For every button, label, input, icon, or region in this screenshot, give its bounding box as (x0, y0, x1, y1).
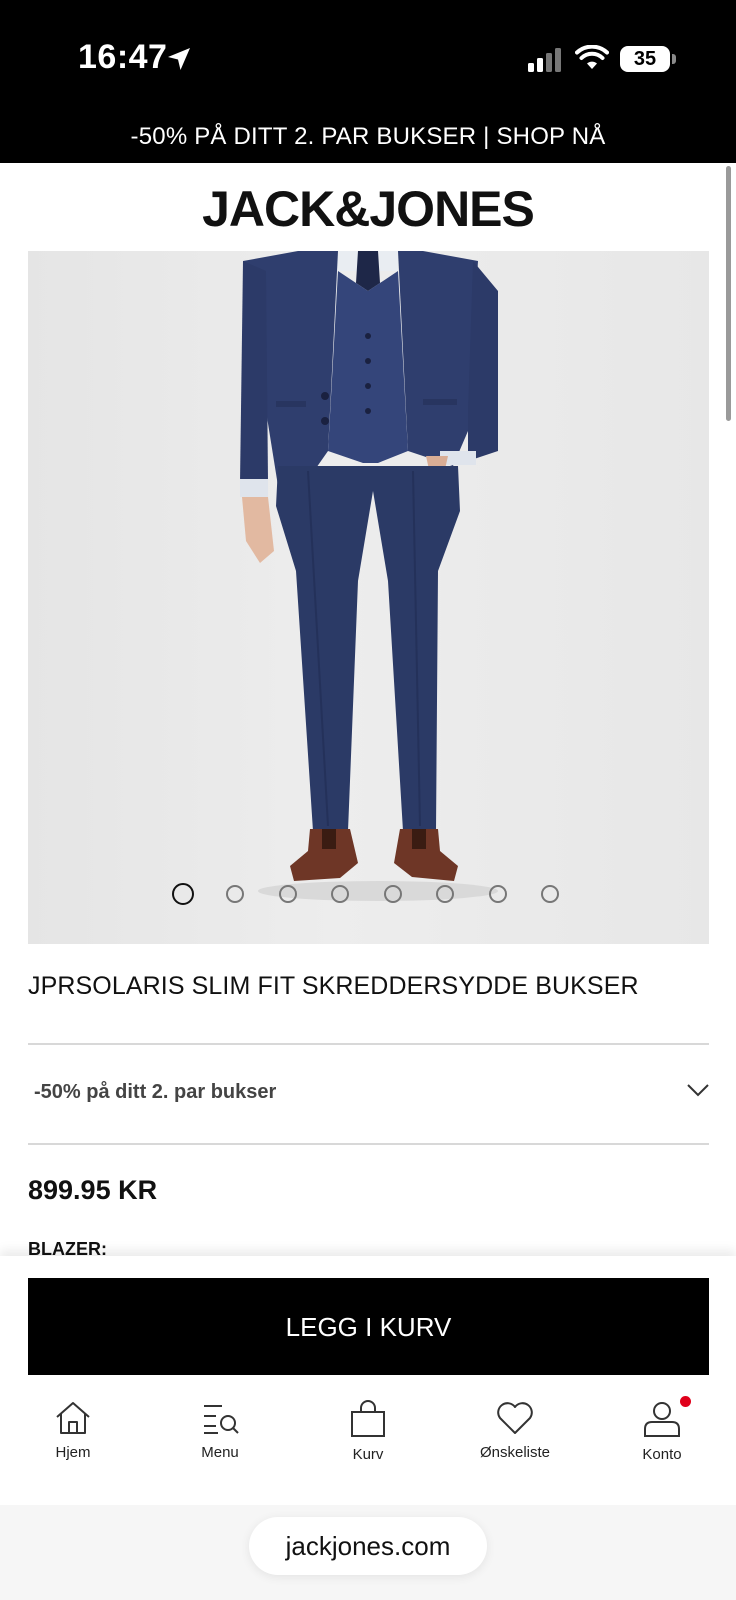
location-arrow-icon (168, 48, 190, 70)
carousel-dot-4[interactable] (331, 885, 349, 903)
offer-label: -50% på ditt 2. par bukser (34, 1081, 277, 1103)
cellular-signal-icon (528, 48, 561, 72)
menu-search-icon (204, 1405, 239, 1434)
carousel-dot-8[interactable] (541, 885, 559, 903)
bottom-tab-bar: Hjem Menu Kurv Ønskeliste Konto (0, 1375, 736, 1505)
product-photo (240, 251, 498, 901)
divider (28, 1143, 709, 1145)
battery-indicator: 35 (620, 46, 676, 72)
carousel-dot-5[interactable] (384, 885, 402, 903)
tab-wishlist[interactable]: Ønskeliste (455, 1400, 575, 1461)
notification-dot (680, 1396, 691, 1407)
heart-icon (497, 1402, 533, 1434)
add-to-cart-button[interactable]: LEGG I KURV (28, 1278, 709, 1375)
product-title: JPRSOLARIS SLIM FIT SKREDDERSYDDE BUKSER (28, 972, 639, 1000)
wifi-icon (575, 45, 609, 69)
tab-cart-label: Kurv (352, 1446, 384, 1463)
bag-icon (351, 1400, 385, 1437)
product-image-carousel[interactable] (28, 251, 709, 944)
tab-account-label: Konto (642, 1446, 682, 1463)
carousel-dot-1[interactable] (172, 883, 194, 905)
tab-wishlist-label: Ønskeliste (479, 1444, 551, 1461)
tab-menu-label: Menu (201, 1444, 239, 1461)
product-price: 899.95 KR (28, 1175, 158, 1205)
home-icon (56, 1402, 90, 1434)
status-bar: 16:47 35 (0, 0, 736, 120)
carousel-dot-3[interactable] (279, 885, 297, 903)
carousel-dot-2[interactable] (226, 885, 244, 903)
carousel-dot-6[interactable] (436, 885, 454, 903)
tab-cart[interactable]: Kurv (308, 1400, 428, 1463)
account-icon (644, 1402, 680, 1437)
tab-account[interactable]: Konto (602, 1396, 722, 1463)
offer-accordion[interactable]: -50% på ditt 2. par bukser (28, 1045, 709, 1144)
browser-url-bar[interactable]: jackjones.com (249, 1517, 487, 1575)
chevron-down-icon (687, 1084, 709, 1097)
promo-banner[interactable]: -50% PÅ DITT 2. PAR BUKSER | SHOP NÅ (0, 120, 736, 163)
tab-home-label: Hjem (55, 1444, 91, 1461)
carousel-dot-7[interactable] (489, 885, 507, 903)
carousel-pagination (28, 883, 709, 911)
page-scrollbar[interactable] (726, 166, 731, 421)
brand-logo[interactable]: JACK&JONES (0, 180, 736, 238)
tab-menu[interactable]: Menu (160, 1400, 280, 1461)
tab-home[interactable]: Hjem (13, 1400, 133, 1461)
status-time: 16:47 (78, 38, 168, 76)
